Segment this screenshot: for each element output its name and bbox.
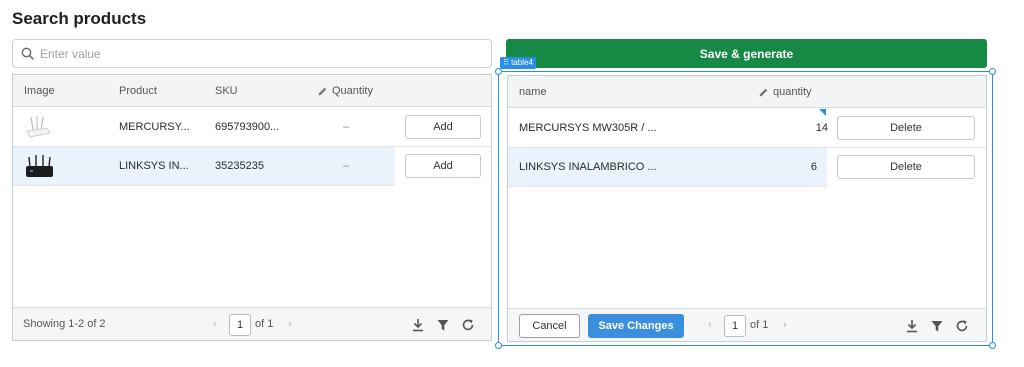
page-title: Search products bbox=[12, 9, 147, 28]
products-table-header: Image Product SKU Quantity bbox=[13, 75, 491, 107]
save-generate-button[interactable]: Save & generate bbox=[506, 39, 987, 68]
cart-item-quantity-value: 6 bbox=[810, 161, 817, 173]
resize-handle[interactable] bbox=[495, 342, 502, 349]
delete-button[interactable]: Delete bbox=[837, 155, 975, 179]
resize-handle[interactable] bbox=[989, 342, 996, 349]
product-image bbox=[24, 147, 54, 186]
table-row[interactable]: MERCURSY... 695793900... – Add bbox=[13, 108, 491, 147]
cart-table: name quantity MERCURSYS MW305R / ... 14 … bbox=[507, 75, 987, 342]
widget-name-tag: ⠿ table4 bbox=[500, 57, 536, 69]
column-header-quantity-label: quantity bbox=[773, 86, 812, 98]
cart-table-footer: Cancel Save Changes ‹ of 1 › bbox=[508, 308, 986, 341]
resize-handle[interactable] bbox=[495, 68, 502, 75]
chevron-right-icon[interactable]: › bbox=[783, 309, 787, 342]
table-row[interactable]: LINKSYS INALAMBRICO ... 6 bbox=[508, 148, 827, 187]
download-icon[interactable] bbox=[411, 318, 425, 332]
products-table-footer: Showing 1-2 of 2 ‹ of 1 › bbox=[13, 307, 491, 340]
refresh-icon[interactable] bbox=[955, 319, 969, 333]
search-input[interactable] bbox=[40, 46, 480, 61]
add-button[interactable]: Add bbox=[405, 154, 481, 178]
table-row[interactable]: MERCURSYS MW305R / ... 14 Delete bbox=[508, 109, 986, 148]
delete-button[interactable]: Delete bbox=[837, 116, 975, 140]
cart-table-header: name quantity bbox=[508, 76, 986, 108]
widget-name-label: table4 bbox=[511, 58, 533, 67]
column-header-image[interactable]: Image bbox=[24, 75, 55, 107]
drag-handle-icon[interactable]: ⠿ bbox=[503, 58, 509, 67]
chevron-left-icon[interactable]: ‹ bbox=[708, 309, 712, 342]
column-header-name[interactable]: name bbox=[519, 76, 547, 108]
search-box[interactable] bbox=[12, 39, 492, 68]
column-header-quantity[interactable]: Quantity bbox=[317, 75, 373, 107]
product-sku: 35235235 bbox=[215, 160, 264, 172]
cart-item-quantity-value: 14 bbox=[815, 122, 828, 134]
filter-icon[interactable] bbox=[436, 318, 450, 332]
pencil-icon bbox=[318, 87, 327, 95]
page-count: of 1 bbox=[750, 319, 769, 331]
table-row[interactable]: LINKSYS IN... 35235235 – bbox=[13, 147, 395, 186]
column-header-product[interactable]: Product bbox=[119, 75, 157, 107]
column-header-sku[interactable]: SKU bbox=[215, 75, 238, 107]
product-quantity: – bbox=[343, 121, 350, 133]
product-name: LINKSYS IN... bbox=[119, 160, 189, 172]
product-image bbox=[24, 108, 54, 147]
search-icon bbox=[21, 47, 34, 60]
column-header-quantity-label: Quantity bbox=[332, 85, 373, 97]
resize-handle[interactable] bbox=[989, 68, 996, 75]
cancel-button[interactable]: Cancel bbox=[519, 314, 580, 338]
add-button[interactable]: Add bbox=[405, 115, 481, 139]
product-name: MERCURSY... bbox=[119, 121, 190, 133]
chevron-right-icon[interactable]: › bbox=[288, 308, 292, 341]
cart-item-quantity[interactable]: 14 bbox=[748, 109, 828, 148]
download-icon[interactable] bbox=[905, 319, 919, 333]
edited-cell-marker bbox=[819, 109, 826, 116]
pagination-summary: Showing 1-2 of 2 bbox=[23, 318, 106, 330]
router-white-icon bbox=[26, 115, 51, 137]
cart-item-name: MERCURSYS MW305R / ... bbox=[519, 122, 657, 134]
pencil-icon bbox=[759, 88, 768, 96]
save-changes-button[interactable]: Save Changes bbox=[588, 314, 684, 338]
product-quantity: – bbox=[343, 160, 350, 172]
page-number-input[interactable] bbox=[724, 315, 746, 337]
page-count: of 1 bbox=[255, 318, 274, 330]
refresh-icon[interactable] bbox=[461, 318, 475, 332]
product-sku: 695793900... bbox=[215, 121, 280, 133]
filter-icon[interactable] bbox=[930, 319, 944, 333]
cart-item-name: LINKSYS INALAMBRICO ... bbox=[519, 161, 657, 173]
page-number-input[interactable] bbox=[229, 314, 251, 336]
products-table: Image Product SKU Quantity MERCURSY... 6… bbox=[12, 74, 492, 341]
router-black-icon bbox=[26, 154, 53, 177]
cart-item-quantity[interactable]: 6 bbox=[748, 148, 817, 187]
column-header-quantity[interactable]: quantity bbox=[758, 76, 812, 108]
chevron-left-icon[interactable]: ‹ bbox=[213, 308, 217, 341]
